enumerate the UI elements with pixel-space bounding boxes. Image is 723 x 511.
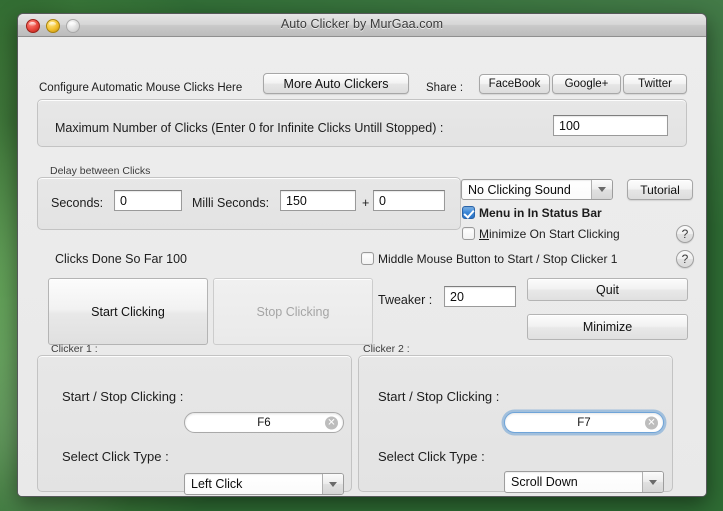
chevron-down-icon[interactable]	[322, 474, 343, 494]
help-minimize-icon[interactable]: ?	[676, 225, 694, 243]
quit-button[interactable]: Quit	[527, 278, 688, 301]
middle-mouse-checkbox[interactable]	[361, 252, 374, 265]
app-window: Auto Clicker by MurGaa.com Configure Aut…	[17, 13, 707, 497]
extra-milli-input[interactable]: 0	[373, 190, 445, 211]
menu-status-bar-label: Menu in In Status Bar	[479, 206, 602, 220]
clicker2-click-type-select[interactable]: Scroll Down	[504, 471, 664, 493]
configure-label: Configure Automatic Mouse Clicks Here	[39, 82, 242, 94]
clicker2-click-type-label: Select Click Type :	[378, 449, 485, 464]
clicker1-hotkey-input[interactable]: F6 ✕	[184, 412, 344, 433]
clicker2-hotkey-value: F7	[577, 417, 590, 429]
more-auto-clickers-button[interactable]: More Auto Clickers	[263, 73, 409, 94]
title-bar[interactable]: Auto Clicker by MurGaa.com	[18, 14, 706, 37]
middle-mouse-label: Middle Mouse Button to Start / Stop Clic…	[378, 252, 617, 266]
chevron-down-icon[interactable]	[642, 472, 663, 492]
share-googleplus-button[interactable]: Google+	[552, 74, 621, 94]
share-twitter-button[interactable]: Twitter	[623, 74, 687, 94]
clear-icon[interactable]: ✕	[645, 416, 658, 429]
tutorial-button[interactable]: Tutorial	[627, 179, 693, 200]
max-clicks-input[interactable]: 100	[553, 115, 668, 136]
clicker1-hotkey-value: F6	[257, 417, 270, 429]
clicker1-title: Clicker 1 :	[51, 343, 98, 355]
stop-clicking-button: Stop Clicking	[213, 278, 373, 345]
share-facebook-button[interactable]: FaceBook	[479, 74, 550, 94]
clicker1-click-type-label: Select Click Type :	[62, 449, 169, 464]
seconds-label: Seconds:	[51, 196, 103, 210]
tweaker-label: Tweaker :	[378, 293, 432, 307]
tweaker-input[interactable]: 20	[444, 286, 516, 307]
max-clicks-label: Maximum Number of Clicks (Enter 0 for In…	[55, 121, 443, 135]
chevron-down-icon[interactable]	[591, 180, 612, 199]
window-title: Auto Clicker by MurGaa.com	[18, 17, 706, 31]
minimize-on-start-label-rest: inimize On Start Clicking	[489, 227, 620, 241]
clicker2-click-type-value: Scroll Down	[511, 475, 578, 489]
clicker1-click-type-select[interactable]: Left Click	[184, 473, 344, 495]
seconds-input[interactable]: 0	[114, 190, 182, 211]
clicker2-title: Clicker 2 :	[363, 343, 410, 355]
menu-status-bar-checkbox[interactable]	[462, 206, 475, 219]
minimize-on-start-label: Minimize On Start Clicking	[479, 227, 620, 241]
plus-label: +	[362, 196, 369, 210]
minimize-window-button[interactable]: Minimize	[527, 314, 688, 340]
clicker1-click-type-value: Left Click	[191, 477, 242, 491]
clicker2-hotkey-label: Start / Stop Clicking :	[378, 389, 499, 404]
clicking-sound-select[interactable]: No Clicking Sound	[461, 179, 613, 200]
clicker2-hotkey-input[interactable]: F7 ✕	[504, 412, 664, 433]
window-content: Configure Automatic Mouse Clicks Here Mo…	[18, 37, 706, 496]
clear-icon[interactable]: ✕	[325, 416, 338, 429]
clicker1-hotkey-label: Start / Stop Clicking :	[62, 389, 183, 404]
minimize-on-start-checkbox[interactable]	[462, 227, 475, 240]
milli-seconds-input[interactable]: 150	[280, 190, 356, 211]
delay-group-title: Delay between Clicks	[50, 165, 150, 177]
clicks-done-label: Clicks Done So Far 100	[55, 252, 187, 266]
start-clicking-button[interactable]: Start Clicking	[48, 278, 208, 345]
help-middle-mouse-icon[interactable]: ?	[676, 250, 694, 268]
milli-seconds-label: Milli Seconds:	[192, 196, 269, 210]
share-label: Share :	[426, 82, 463, 94]
clicking-sound-value: No Clicking Sound	[468, 183, 571, 197]
